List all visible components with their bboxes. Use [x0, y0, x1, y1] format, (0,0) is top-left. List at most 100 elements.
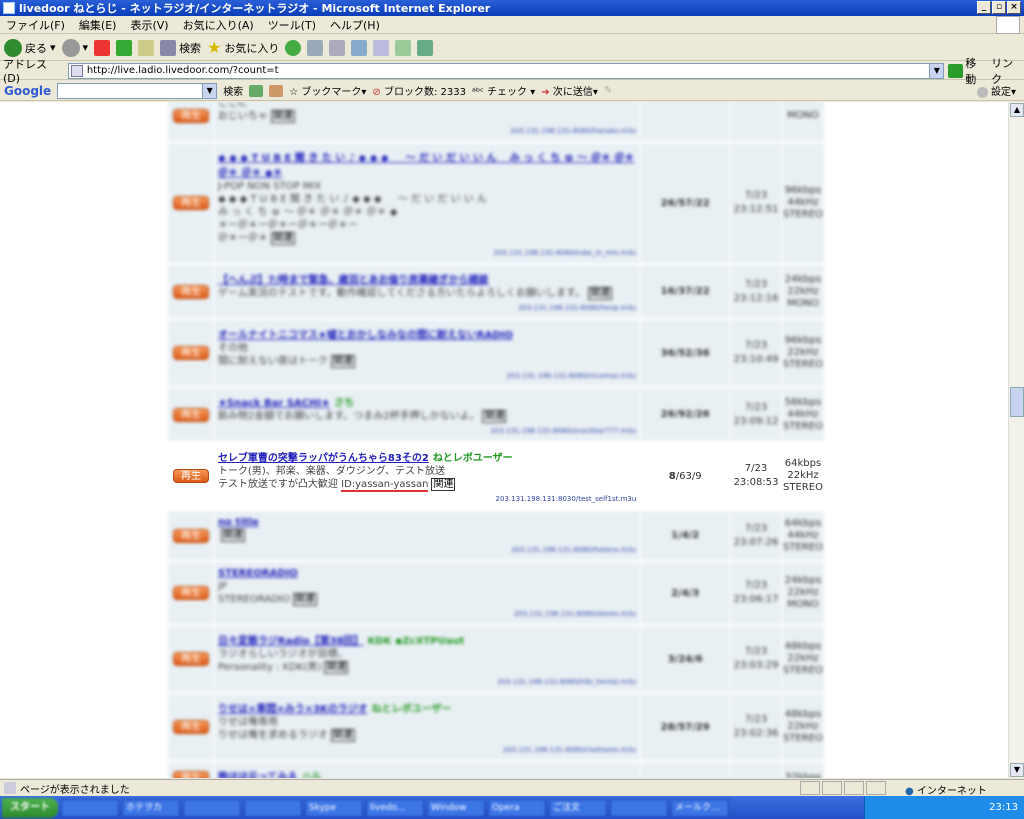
refresh-icon[interactable] [116, 39, 133, 56]
play-button[interactable]: 再生 [172, 528, 209, 543]
taskbar-task[interactable]: Skype [305, 798, 363, 817]
related-link[interactable]: 関連 [324, 661, 349, 674]
start-button[interactable]: スタート [2, 797, 58, 818]
menu-help[interactable]: ヘルプ(H) [330, 17, 380, 33]
related-link[interactable]: 関連 [330, 355, 355, 368]
stream-url[interactable]: 203.131.198.131:8080/nicomas.m3u [218, 372, 636, 380]
autolink-icon[interactable]: ✎ [604, 85, 612, 96]
play-button[interactable]: 再生 [172, 284, 209, 299]
taskbar-task[interactable]: Opera [488, 798, 546, 817]
popup-blocked[interactable]: ⊘ ブロック数: 2333 [372, 83, 466, 98]
mail-icon[interactable] [307, 39, 324, 56]
related-link[interactable]: 関連 [482, 410, 507, 423]
play-button[interactable]: 再生 [172, 108, 209, 123]
play-button[interactable]: 再生 [172, 407, 209, 422]
related-link[interactable]: 関連 [330, 729, 355, 742]
stop-icon[interactable] [94, 39, 111, 56]
messenger-icon[interactable] [395, 39, 412, 56]
taskbar-task[interactable] [244, 798, 302, 817]
scroll-up-icon[interactable]: ▲ [1010, 103, 1024, 117]
stream-url[interactable]: 203.131.198.131:8080/hibi_hentai.m3u [218, 678, 636, 686]
stream-url[interactable]: 203.131.198.131:8080/risehaore.m3u [218, 746, 636, 754]
station-title-link[interactable]: ◆ ◆ ◆ T U B E 聞 き た い ♪ ◆ ◆ ◆ 〜 だ い だ い … [218, 153, 634, 179]
stream-url[interactable]: 203.131.198.131:8080/hanako.m3u [218, 127, 636, 135]
station-desc: JP [217, 581, 227, 592]
home-icon[interactable] [138, 39, 155, 56]
status-pane [866, 781, 886, 795]
search-button[interactable]: 検索 [160, 39, 201, 56]
scroll-thumb[interactable] [1010, 387, 1024, 417]
taskbar-task[interactable]: livedo... [366, 798, 424, 817]
play-button[interactable]: 再生 [172, 586, 209, 600]
station-title-link[interactable]: オールナイトニコマス★嘘とおかしなみなの間に耐えないRADIO [218, 330, 513, 341]
restore-button[interactable]: ▫ [992, 1, 1006, 14]
stream-url[interactable]: 203.131.198.131:8080/henp.m3u [218, 304, 636, 312]
menu-edit[interactable]: 編集(E) [79, 17, 117, 33]
station-row: 再生 ◆ ◆ ◆ T U B E 聞 き た い ♪ ◆ ◆ ◆ 〜 だ い だ … [168, 143, 824, 263]
send-to-button[interactable]: ➔ 次に送信▾ [541, 83, 598, 98]
stream-url[interactable]: 203.131.198.131:8030/test_self1st.m3u [218, 495, 637, 503]
edit-icon[interactable] [351, 39, 368, 56]
station-title-link[interactable]: 晩ほほ云ってみる [218, 772, 298, 778]
play-button[interactable]: 再生 [172, 720, 209, 734]
station-title-link[interactable]: no title [218, 517, 259, 528]
close-button[interactable]: × [1007, 1, 1021, 14]
taskbar-task[interactable]: メールク... [671, 798, 729, 817]
google-search-input[interactable]: ▼ [57, 82, 218, 99]
taskbar-task[interactable] [183, 798, 241, 817]
related-link[interactable]: 関連 [431, 478, 456, 491]
stream-url[interactable]: 203.131.198.131:8080/stereo.m3u [218, 610, 636, 618]
pagerank-icon[interactable] [269, 84, 284, 97]
related-link[interactable]: 関連 [220, 529, 245, 542]
address-input[interactable]: http://live.ladio.livedoor.com/?count=t … [67, 62, 945, 79]
bookmarks-button[interactable]: ☆ ブックマーク▾ [289, 83, 366, 98]
status-pane [800, 781, 820, 795]
taskbar-task[interactable]: ご注文 [549, 798, 607, 817]
print-icon[interactable] [329, 39, 346, 56]
station-title-link[interactable]: セレブ軍曹の突撃ラッパがうんちゃら83その2 [218, 453, 429, 464]
taskbar-task[interactable]: ホテヲカ [122, 798, 180, 817]
station-title-link[interactable]: りせは×車悶×みう×3Kのラジオ [218, 704, 368, 715]
stream-url[interactable]: 203.131.198.131:8080/snackbar777.m3u [218, 427, 636, 435]
related-link[interactable]: 関連 [292, 593, 317, 606]
stream-url[interactable]: 203.131.198.131:8080/hatena.m3u [218, 546, 636, 554]
related-link[interactable]: 関連 [270, 110, 295, 123]
station-title-link[interactable]: ★Snack Bar SACHI★ [218, 398, 330, 409]
menu-file[interactable]: ファイル(F) [6, 17, 65, 33]
play-button[interactable]: 再生 [172, 652, 209, 666]
back-button[interactable]: 戻る ▾ [4, 38, 56, 57]
menu-favorites[interactable]: お気に入り(A) [183, 17, 254, 33]
discuss-icon[interactable] [373, 39, 390, 56]
related-link[interactable]: 関連 [588, 287, 613, 300]
play-button[interactable]: 再生 [172, 469, 209, 483]
station-title-link[interactable]: 【へんぷ】7/時まで緊急、歳羽とあお倫り房薬継ぎから雑談 [218, 275, 489, 286]
favorites-label: お気に入り [224, 41, 280, 55]
scroll-down-icon[interactable]: ▼ [1010, 763, 1024, 777]
menu-tools[interactable]: ツール(T) [268, 17, 316, 33]
station-title-link[interactable]: STEREORADIO [218, 568, 298, 579]
google-dropdown-icon[interactable]: ▼ [202, 83, 217, 98]
news-icon[interactable] [249, 84, 264, 97]
settings-button[interactable]: 設定▾ [976, 83, 1016, 98]
bitrate: 56kbps [784, 396, 822, 408]
play-button[interactable]: 再生 [172, 770, 209, 778]
spellcheck-button[interactable]: ᵃᵇᶜ チェック ▾ [472, 83, 535, 98]
station-title-link[interactable]: 日々変態ラジRadio【第38回】 [218, 636, 364, 647]
menu-view[interactable]: 表示(V) [130, 17, 168, 33]
forward-button[interactable]: ▾ [61, 38, 88, 57]
taskbar-task[interactable]: Window [427, 798, 485, 817]
google-search-button[interactable]: 検索 [223, 83, 243, 98]
play-button[interactable]: 再生 [172, 346, 209, 360]
related-link[interactable]: 関連 [270, 232, 295, 245]
vertical-scrollbar[interactable]: ▲ ▼ [1008, 102, 1024, 778]
favorites-button[interactable]: ★ お気に入り [207, 38, 279, 57]
taskbar-task[interactable] [61, 798, 119, 817]
research-icon[interactable] [417, 39, 434, 56]
address-dropdown-icon[interactable]: ▼ [929, 63, 944, 78]
taskbar-task[interactable] [610, 798, 668, 817]
minimize-button[interactable]: _ [977, 1, 991, 14]
stream-url[interactable]: 203.131.198.131:8080/tube_in_mix.m3u [218, 249, 636, 257]
play-button[interactable]: 再生 [172, 196, 209, 210]
history-icon[interactable] [285, 39, 302, 56]
start-time: 7/23 23:03:29 [730, 626, 782, 692]
